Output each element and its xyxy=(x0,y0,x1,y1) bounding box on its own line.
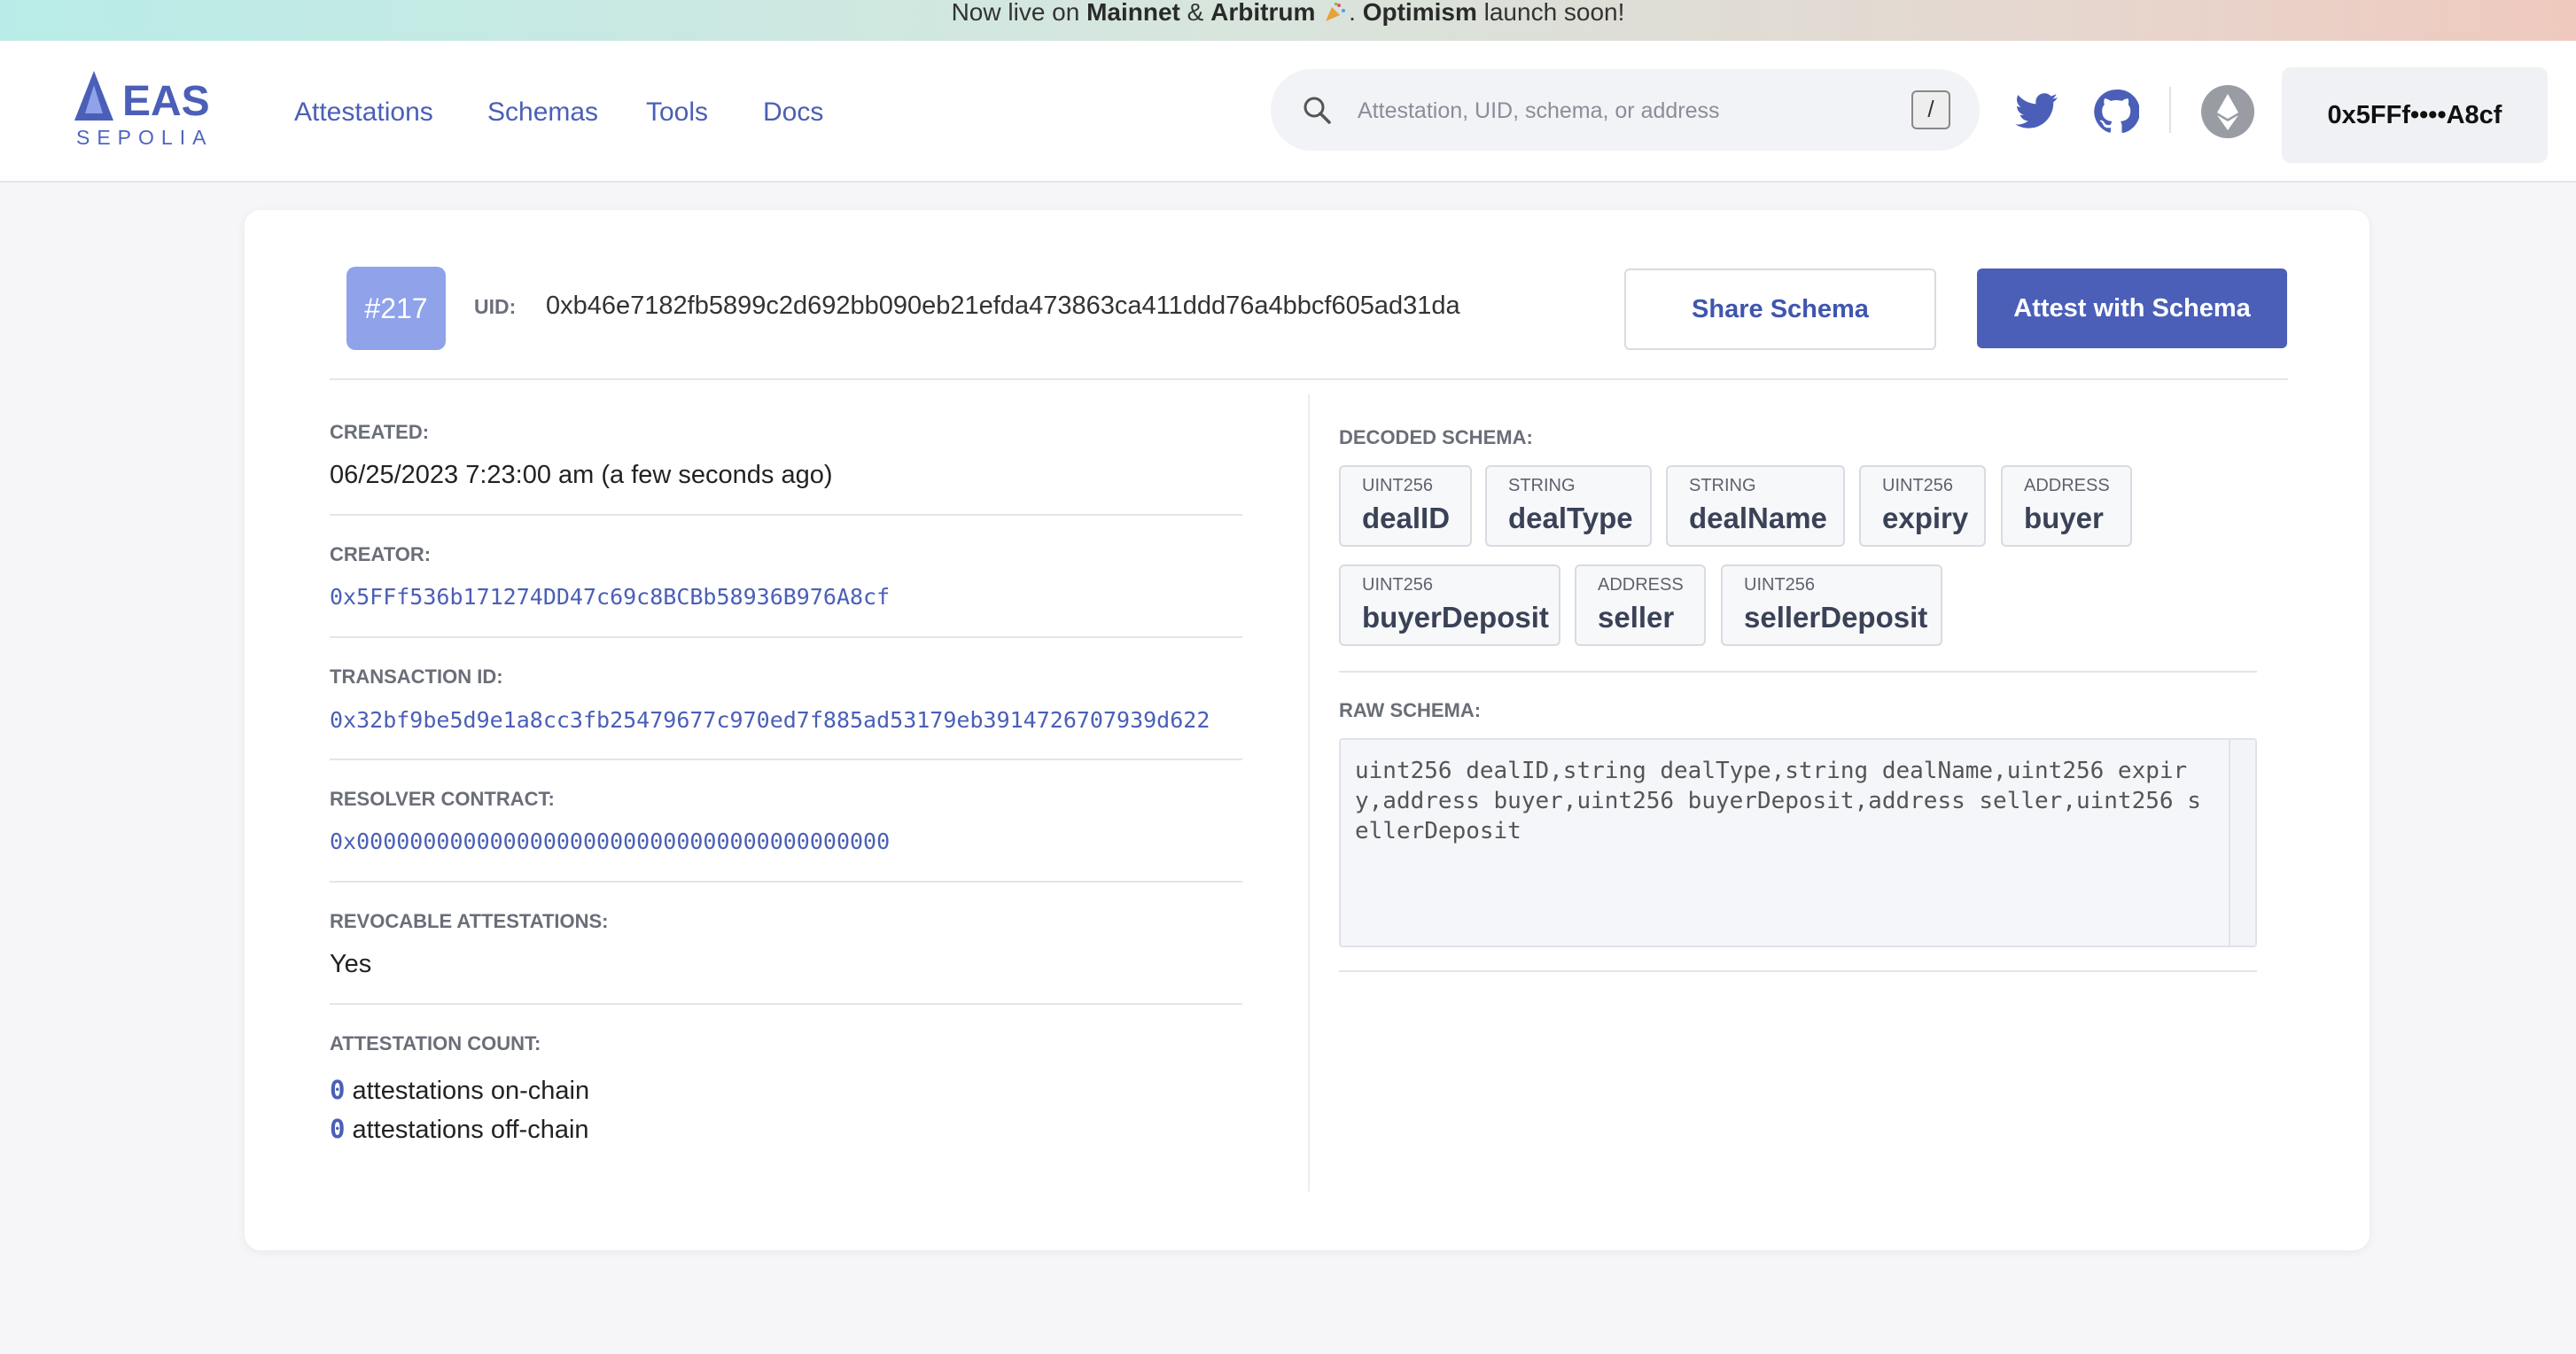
resolver-contract-label: RESOLVER CONTRACT: xyxy=(330,788,555,810)
logo-text: EAS xyxy=(122,78,210,125)
raw-schema-label: RAW SCHEMA: xyxy=(1339,699,1482,721)
schema-field-chip: UINT256 expiry xyxy=(1859,465,1986,547)
party-popper-icon xyxy=(1326,3,1346,21)
banner-suffix: launch soon! xyxy=(1483,0,1625,26)
banner-prefix: Now live on xyxy=(951,0,1080,26)
ethereum-icon xyxy=(2217,94,2238,130)
transaction-id-label: TRANSACTION ID: xyxy=(330,665,503,688)
top-navbar: EAS SEPOLIA Attestations Schemas Tools D… xyxy=(0,41,2576,183)
schema-number-badge: #217 xyxy=(346,267,446,350)
announcement-banner: Now live on Mainnet & Arbitrum . Optimis… xyxy=(0,0,2576,41)
schema-field-chip: UINT256 buyerDeposit xyxy=(1339,564,1560,646)
divider xyxy=(330,514,1242,516)
onchain-count-link[interactable]: 0 xyxy=(330,1075,345,1105)
uid-value: 0xb46e7182fb5899c2d692bb090eb21efda47386… xyxy=(546,292,1460,320)
banner-arbitrum: Arbitrum xyxy=(1210,0,1316,26)
wallet-button[interactable]: 0x5FFf••••A8cf xyxy=(2282,67,2548,163)
field-name: dealName xyxy=(1689,502,1827,534)
field-type: UINT256 xyxy=(1744,575,1816,595)
revocable-label: REVOCABLE ATTESTATIONS: xyxy=(330,910,609,932)
banner-amp: & xyxy=(1187,0,1204,26)
divider xyxy=(330,759,1242,760)
field-name: dealID xyxy=(1362,502,1451,534)
schema-field-chip: ADDRESS buyer xyxy=(2001,465,2132,547)
search-icon xyxy=(1304,97,1331,124)
divider xyxy=(1339,671,2257,673)
nav-docs[interactable]: Docs xyxy=(763,97,823,128)
revocable-value: Yes xyxy=(330,950,372,978)
raw-schema-text: uint256 dealID,string dealType,string de… xyxy=(1355,758,2201,844)
share-schema-button[interactable]: Share Schema xyxy=(1624,268,1936,350)
field-name: buyer xyxy=(2024,502,2104,534)
decoded-schema-label: DECODED SCHEMA: xyxy=(1339,426,1533,448)
created-label: CREATED: xyxy=(330,421,430,443)
field-name: seller xyxy=(1598,601,1675,634)
attest-with-schema-button[interactable]: Attest with Schema xyxy=(1977,268,2287,348)
divider xyxy=(330,636,1242,638)
onchain-count: 0 attestations on-chain xyxy=(330,1075,589,1106)
transaction-id-link[interactable]: 0x32bf9be5d9e1a8cc3fb25479677c970ed7f885… xyxy=(330,707,1210,733)
offchain-count-link[interactable]: 0 xyxy=(330,1114,345,1144)
schema-field-chip: UINT256 dealID xyxy=(1339,465,1472,547)
banner-dot: . xyxy=(1349,0,1356,26)
schema-field-chip: UINT256 sellerDeposit xyxy=(1721,564,1942,646)
field-type: STRING xyxy=(1689,476,1756,495)
field-name: buyerDeposit xyxy=(1362,601,1549,634)
offchain-text: attestations off-chain xyxy=(352,1116,589,1144)
schema-field-chip: STRING dealType xyxy=(1485,465,1652,547)
field-name: expiry xyxy=(1882,502,1969,534)
divider xyxy=(330,1003,1242,1005)
network-label: SEPOLIA xyxy=(76,126,214,149)
twitter-icon[interactable] xyxy=(2013,89,2059,135)
creator-label: CREATOR: xyxy=(330,543,432,565)
search-bar[interactable]: / xyxy=(1271,69,1980,151)
resolver-contract-link[interactable]: 0x00000000000000000000000000000000000000… xyxy=(330,829,890,854)
onchain-text: attestations on-chain xyxy=(352,1077,590,1105)
github-icon[interactable] xyxy=(2093,89,2139,135)
creator-address-link[interactable]: 0x5FFf536b171274DD47c69c8BCBb58936B976A8… xyxy=(330,584,890,610)
divider xyxy=(330,881,1242,883)
field-type: STRING xyxy=(1508,476,1576,495)
column-divider xyxy=(1308,394,1310,1192)
search-shortcut-key: / xyxy=(1911,90,1950,129)
schema-field-chip: STRING dealName xyxy=(1666,465,1845,547)
field-name: dealType xyxy=(1508,502,1633,534)
banner-optimism: Optimism xyxy=(1362,0,1477,26)
nav-attestations[interactable]: Attestations xyxy=(294,97,433,128)
field-type: ADDRESS xyxy=(2024,476,2110,495)
nav-schemas[interactable]: Schemas xyxy=(487,97,598,128)
field-type: ADDRESS xyxy=(1598,575,1684,595)
header-divider-line xyxy=(330,378,2288,380)
offchain-count: 0 attestations off-chain xyxy=(330,1114,589,1145)
search-input[interactable] xyxy=(1356,87,1909,135)
raw-schema-scrollbar[interactable] xyxy=(2229,740,2255,945)
banner-mainnet: Mainnet xyxy=(1086,0,1180,26)
uid-label: UID: xyxy=(474,295,517,318)
header-divider xyxy=(2169,87,2171,133)
field-name: sellerDeposit xyxy=(1744,601,1928,634)
field-type: UINT256 xyxy=(1362,476,1434,495)
schema-field-chip: ADDRESS seller xyxy=(1575,564,1706,646)
network-switch[interactable] xyxy=(2201,85,2254,138)
attestation-count-label: ATTESTATION COUNT: xyxy=(330,1032,541,1054)
field-type: UINT256 xyxy=(1882,476,1954,495)
divider xyxy=(1339,970,2257,972)
raw-schema-textarea[interactable]: uint256 dealID,string dealType,string de… xyxy=(1339,738,2257,947)
created-value: 06/25/2023 7:23:00 am (a few seconds ago… xyxy=(330,461,833,489)
schema-card: #217 UID: 0xb46e7182fb5899c2d692bb090eb2… xyxy=(245,210,2370,1250)
nav-tools[interactable]: Tools xyxy=(646,97,708,128)
field-type: UINT256 xyxy=(1362,575,1434,595)
